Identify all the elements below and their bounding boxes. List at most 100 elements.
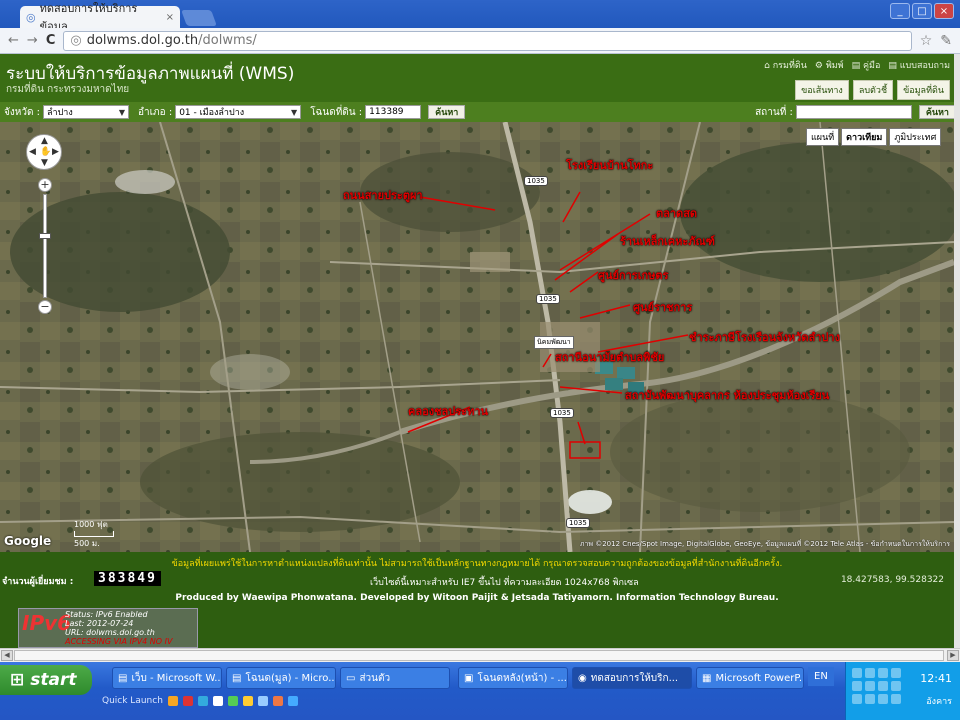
home-link[interactable]: ⌂ กรมที่ดิน [764, 58, 807, 72]
survey-link[interactable]: ▤ แบบสอบถาม [888, 58, 950, 72]
url-path: /dolwms/ [198, 33, 257, 48]
taskbar-item[interactable]: ◉ ทดสอบการให้บริก... [572, 667, 692, 689]
zoom-in-button[interactable]: + [38, 178, 52, 192]
pan-left-icon[interactable]: ◀ [29, 147, 36, 157]
district-select[interactable]: 01 - เมืองลำปาง ▼ [175, 105, 302, 119]
search-bar: จังหวัด : ลำปาง ▼ อำเภอ : 01 - เมืองลำปาง… [0, 102, 960, 122]
tray-icon[interactable] [852, 668, 862, 678]
quick-launch-icon[interactable] [287, 696, 298, 706]
forward-arrow-icon[interactable]: → [27, 33, 38, 48]
taskbar-item[interactable]: ▤ โฉนด(มูล) - Micro... [226, 667, 336, 689]
manual-link[interactable]: ▤ คู่มือ [852, 58, 881, 72]
quick-launch-icon[interactable] [212, 696, 223, 706]
start-button[interactable]: ⊞ start [0, 665, 92, 695]
map-type-satellite-button[interactable]: ดาวเทียม [841, 128, 888, 146]
quick-launch-icon[interactable] [227, 696, 238, 706]
quick-launch-icon[interactable] [182, 696, 193, 706]
province-label: จังหวัด : [4, 106, 40, 118]
quick-launch-icon[interactable] [242, 696, 253, 706]
system-tray: 12:41 อังคาร [845, 662, 960, 720]
browser-tab[interactable]: ◎ ทดสอบการให้บริการข้อมูล × [20, 2, 180, 33]
place-input[interactable] [795, 105, 912, 119]
map-label: โรงเรียนบ้านโทกะ [566, 159, 654, 172]
chrome-icon: ◉ [578, 672, 587, 684]
back-arrow-icon[interactable]: ← [8, 33, 19, 48]
land-info-button[interactable]: ข้อมูลที่ดิน [897, 80, 950, 100]
language-indicator[interactable]: EN [808, 667, 834, 686]
pan-control[interactable]: ▲ ◀ ✋ ▶ ▼ [26, 134, 62, 170]
quick-launch-icon[interactable] [197, 696, 208, 706]
pan-down-icon[interactable]: ▼ [41, 158, 48, 168]
wrench-icon[interactable]: ✎ [940, 33, 952, 49]
chevron-down-icon: ▼ [291, 107, 298, 117]
scale-feet: 1000 ฟุต [74, 520, 108, 529]
bookmark-star-icon[interactable]: ☆ [920, 33, 933, 49]
route-shield: 1035 [536, 294, 560, 304]
map-type-terrain-button[interactable]: ภูมิประเทศ [889, 128, 942, 146]
quick-launch-icon[interactable] [272, 696, 283, 706]
disclaimer: ข้อมูลที่เผยแพร่ใช้ในการหาตำแหน่งแปลงที่… [171, 559, 783, 569]
windows-taskbar: ⊞ start ▤ เว็บ - Microsoft W... ▤ โฉนด(มูล… [0, 662, 960, 720]
map-attribution[interactable]: ภาพ ©2012 Cnes/Spot Image, DigitalGlobe,… [580, 539, 950, 550]
taskbar-item[interactable]: ▤ เว็บ - Microsoft W... [112, 667, 222, 689]
place-search-button[interactable]: ค้นหา [918, 105, 956, 119]
vertical-scrollbar[interactable] [954, 54, 960, 648]
clock-time[interactable]: 12:41 [920, 672, 952, 685]
map-label: ชำระภาษีโรงเรือนจังหวัดลำปาง [689, 331, 840, 344]
tray-icon[interactable] [891, 681, 901, 691]
route-button[interactable]: ขอเส้นทาง [795, 80, 849, 100]
deed-number-input[interactable]: 113389 [365, 105, 422, 119]
maximize-button[interactable]: □ [912, 3, 932, 19]
pan-up-icon[interactable]: ▲ [41, 136, 48, 146]
taskbar-item[interactable]: ▦ Microsoft PowerP... [696, 667, 804, 689]
credits: Produced by Waewipa Phonwatana. Develope… [175, 593, 779, 603]
tray-icon[interactable] [865, 681, 875, 691]
browser-note: เว็บไซต์นี้เหมาะสำหรับ IE7 ขึ้นไป ที่ควา… [370, 578, 639, 588]
district-label: อำเภอ : [138, 106, 173, 118]
scroll-thumb[interactable] [14, 650, 944, 661]
tray-icon[interactable] [891, 668, 901, 678]
route-shield: 1035 [524, 176, 548, 186]
scale-bar: 1000 ฟุต 500 ม. [74, 518, 114, 550]
google-logo[interactable]: Google [4, 534, 51, 548]
tray-icon[interactable] [865, 694, 875, 704]
clear-marker-button[interactable]: ลบตัวชี้ [852, 80, 894, 100]
tray-icon[interactable] [891, 694, 901, 704]
taskbar-item[interactable]: ▣ โฉนดหลัง(หน้า) - ... [458, 667, 568, 689]
search-button[interactable]: ค้นหา [428, 105, 466, 119]
map-type-map-button[interactable]: แผนที่ [806, 128, 840, 146]
tab-close-icon[interactable]: × [166, 12, 174, 23]
horizontal-scrollbar[interactable]: ◀ ▶ [0, 648, 960, 662]
province-select[interactable]: ลำปาง ▼ [43, 105, 129, 119]
header-links: ⌂ กรมที่ดิน ⚙ พิมพ์ ▤ คู่มือ ▤ แบบสอบถาม [764, 58, 950, 72]
ipv6-badge[interactable]: IPv6 Status: IPv6 Enabled Last: 2012-07-… [18, 608, 198, 648]
url-host: dolwms.dol.go.th [86, 33, 199, 48]
taskbar-item[interactable]: ▭ ส่วนตัว [340, 667, 450, 689]
zoom-slider-handle[interactable] [39, 233, 51, 239]
print-link[interactable]: ⚙ พิมพ์ [815, 58, 844, 72]
quick-launch-icon[interactable] [167, 696, 178, 706]
zoom-slider[interactable] [39, 194, 51, 298]
visitor-counter: 383849 [94, 571, 161, 586]
map-label: สถาบันพัฒนาบุคลากร ห้องประชุมห้องเรียน [625, 389, 830, 402]
header-buttons: ขอเส้นทาง ลบตัวชี้ ข้อมูลที่ดิน [795, 80, 950, 100]
zoom-out-button[interactable]: − [38, 300, 52, 314]
map-label: คลองชลประทาน [408, 405, 489, 418]
close-button[interactable]: × [934, 3, 954, 19]
tray-icon[interactable] [878, 681, 888, 691]
pan-right-icon[interactable]: ▶ [52, 147, 59, 157]
satellite-map[interactable]: แผนที่ ดาวเทียม ภูมิประเทศ ▲ ◀ ✋ ▶ ▼ + −… [0, 122, 954, 552]
tray-icon[interactable] [878, 694, 888, 704]
reload-icon[interactable]: C [46, 33, 56, 48]
scroll-left-icon[interactable]: ◀ [1, 650, 13, 661]
tray-icon[interactable] [865, 668, 875, 678]
site-footer: ข้อมูลที่เผยแพร่ใช้ในการหาตำแหน่งแปลงที่… [0, 552, 954, 648]
tray-icon[interactable] [852, 694, 862, 704]
address-bar[interactable]: ◎ dolwms.dol.go.th/dolwms/ [63, 30, 912, 51]
quick-launch-icon[interactable] [257, 696, 268, 706]
tray-icon[interactable] [852, 681, 862, 691]
minimize-button[interactable]: _ [890, 3, 910, 19]
new-tab-button[interactable] [181, 10, 217, 26]
scroll-right-icon[interactable]: ▶ [947, 650, 959, 661]
tray-icon[interactable] [878, 668, 888, 678]
